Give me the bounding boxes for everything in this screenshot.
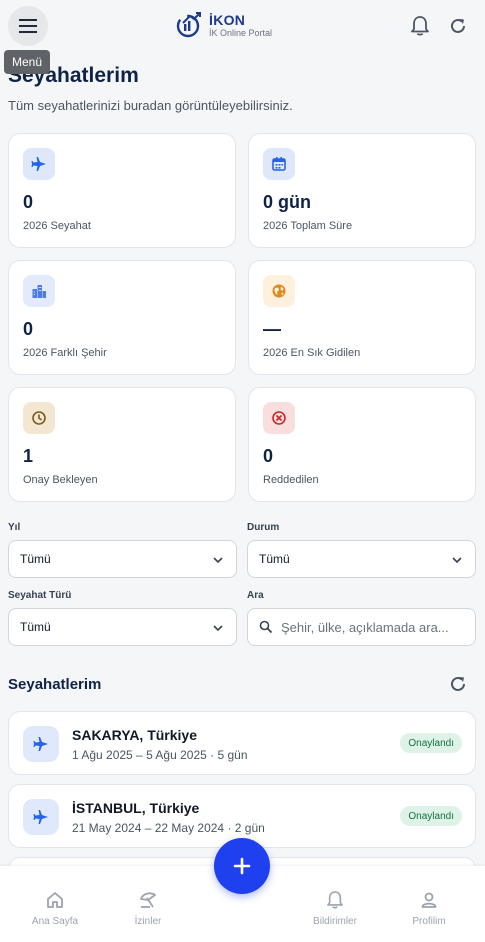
trip-type-select-value: Tümü bbox=[20, 620, 51, 634]
city-icon bbox=[23, 275, 55, 307]
stat-label: 2026 Seyahat bbox=[23, 220, 91, 232]
nav-label: İzinler bbox=[134, 916, 162, 927]
stat-value: 1 bbox=[23, 446, 34, 466]
stat-value: 0 bbox=[23, 319, 34, 339]
plane-icon bbox=[23, 726, 59, 762]
stat-card-trips: 0 2026 Seyahat bbox=[8, 133, 236, 248]
trip-type-filter-label: Seyahat Türü bbox=[8, 590, 72, 601]
search-label: Ara bbox=[247, 590, 264, 601]
stat-label: 2026 En Sık Gidilen bbox=[263, 347, 361, 359]
stat-card-rejected: 0 Reddedilen bbox=[248, 387, 476, 502]
year-select-value: Tümü bbox=[20, 552, 51, 566]
bell-icon bbox=[411, 16, 429, 36]
status-select-value: Tümü bbox=[259, 552, 290, 566]
stat-card-total-duration: 0 gün 2026 Toplam Süre bbox=[248, 133, 476, 248]
trips-section-title: Seyahatlerim bbox=[8, 676, 102, 693]
nav-label: Profilim bbox=[412, 916, 446, 927]
trip-city: İSTANBUL, Türkiye bbox=[72, 800, 200, 816]
trips-refresh-button[interactable] bbox=[446, 672, 470, 696]
status-filter-label: Durum bbox=[247, 522, 280, 533]
logo-subtitle: İK Online Portal bbox=[209, 27, 273, 38]
stat-card-pending: 1 Onay Bekleyen bbox=[8, 387, 236, 502]
search-input[interactable]: Şehir, ülke, açıklamada ara... bbox=[247, 608, 476, 646]
bell-icon bbox=[325, 890, 345, 910]
menu-tooltip: Menü bbox=[4, 50, 51, 74]
trip-card[interactable]: SAKARYA, Türkiye 1 Ağu 2025 – 5 Ağu 2025… bbox=[8, 711, 476, 775]
stat-value: 0 bbox=[23, 192, 34, 212]
notifications-button[interactable] bbox=[408, 14, 432, 38]
trip-city: SAKARYA, Türkiye bbox=[72, 727, 198, 743]
add-trip-button[interactable] bbox=[214, 838, 270, 894]
stat-value: 0 bbox=[263, 446, 274, 466]
chevron-down-icon bbox=[213, 557, 223, 564]
search-placeholder: Şehir, ülke, açıklamada ara... bbox=[281, 619, 449, 635]
home-icon bbox=[45, 890, 65, 910]
stat-label: Onay Bekleyen bbox=[23, 474, 98, 486]
person-icon bbox=[419, 890, 439, 910]
stat-label: 2026 Farklı Şehir bbox=[23, 347, 107, 359]
trip-dates: 21 May 2024 – 22 May 2024 · 2 gün bbox=[72, 821, 265, 835]
globe-icon bbox=[263, 275, 295, 307]
trip-type-select[interactable]: Tümü bbox=[8, 608, 237, 646]
calendar-icon bbox=[263, 148, 295, 180]
menu-button[interactable] bbox=[8, 6, 48, 46]
nav-label: Bildirimler bbox=[313, 916, 357, 927]
stat-card-most-visited: — 2026 En Sık Gidilen bbox=[248, 260, 476, 375]
refresh-icon bbox=[451, 18, 465, 33]
plane-icon bbox=[23, 799, 59, 835]
status-badge: Onaylandı bbox=[400, 806, 462, 826]
beach-icon bbox=[138, 890, 158, 910]
stat-value: 0 gün bbox=[263, 192, 311, 212]
logo-name: İKON bbox=[209, 11, 246, 28]
refresh-button[interactable] bbox=[446, 14, 470, 38]
cancel-circle-icon bbox=[263, 402, 295, 434]
logo-icon bbox=[176, 12, 201, 38]
stat-value: — bbox=[263, 319, 281, 339]
year-filter-label: Yıl bbox=[8, 522, 21, 533]
refresh-icon bbox=[451, 676, 465, 691]
app-bar: İKON İK Online Portal bbox=[0, 0, 485, 52]
stat-label: Reddedilen bbox=[263, 474, 319, 486]
chevron-down-icon bbox=[213, 625, 223, 632]
status-badge: Onaylandı bbox=[400, 733, 462, 753]
nav-notifications[interactable]: Bildirimler bbox=[295, 866, 375, 942]
menu-icon bbox=[19, 19, 37, 33]
nav-leaves[interactable]: İzinler bbox=[108, 866, 188, 942]
page-subtitle: Tüm seyahatlerinizi buradan görüntüleyeb… bbox=[8, 98, 293, 113]
trip-dates: 1 Ağu 2025 – 5 Ağu 2025 · 5 gün bbox=[72, 748, 248, 762]
status-select[interactable]: Tümü bbox=[247, 540, 476, 578]
chevron-down-icon bbox=[452, 557, 462, 564]
year-select[interactable]: Tümü bbox=[8, 540, 237, 578]
plus-icon bbox=[233, 857, 251, 875]
search-icon bbox=[259, 620, 273, 634]
clock-icon bbox=[23, 402, 55, 434]
plane-icon bbox=[23, 148, 55, 180]
stat-label: 2026 Toplam Süre bbox=[263, 220, 353, 232]
nav-home[interactable]: Ana Sayfa bbox=[15, 866, 95, 942]
app-logo: İKON İK Online Portal bbox=[175, 9, 272, 41]
stat-card-cities: 0 2026 Farklı Şehir bbox=[8, 260, 236, 375]
nav-label: Ana Sayfa bbox=[31, 916, 79, 927]
nav-profile[interactable]: Profilim bbox=[389, 866, 469, 942]
